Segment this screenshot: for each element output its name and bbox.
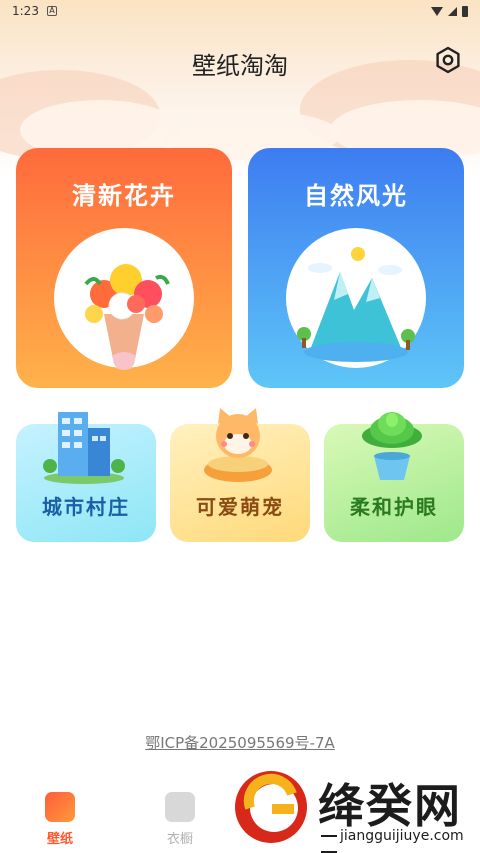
building-icon bbox=[43, 412, 125, 484]
watermark-url: jiangguijiuye.com bbox=[318, 828, 480, 853]
tab-wallpaper[interactable]: 壁纸 bbox=[30, 792, 90, 847]
category-card-pets[interactable]: 可爱萌宠 bbox=[170, 408, 310, 542]
signal-icon bbox=[448, 6, 457, 16]
category-label: 可爱萌宠 bbox=[196, 495, 284, 519]
status-bar: 1:23 A bbox=[0, 0, 480, 22]
category-card-city[interactable]: 城市村庄 bbox=[16, 412, 156, 542]
category-label: 柔和护眼 bbox=[350, 495, 438, 519]
category-label: 城市村庄 bbox=[42, 495, 130, 519]
status-time: 1:23 bbox=[12, 4, 39, 18]
wardrobe-icon bbox=[165, 792, 195, 822]
watermark-brand: 绛癸网 bbox=[318, 779, 462, 833]
cat-icon bbox=[204, 408, 272, 482]
category-card-flowers[interactable]: 清新花卉 bbox=[16, 148, 232, 388]
category-card-eyecare[interactable]: 柔和护眼 bbox=[324, 412, 464, 542]
notification-icon: A bbox=[46, 6, 57, 16]
bouquet-icon bbox=[84, 264, 170, 370]
wifi-icon bbox=[431, 6, 443, 16]
watermark-logo-icon bbox=[235, 771, 307, 843]
icp-license-link[interactable]: 鄂ICP备2025095569号-7A bbox=[0, 732, 480, 753]
wallpaper-icon bbox=[45, 792, 75, 822]
category-label: 自然风光 bbox=[304, 182, 408, 210]
category-label: 清新花卉 bbox=[72, 182, 176, 210]
tab-wardrobe[interactable]: 衣橱 bbox=[150, 792, 210, 847]
tab-label: 衣橱 bbox=[166, 832, 193, 847]
settings-icon[interactable] bbox=[434, 46, 462, 74]
succulent-icon bbox=[362, 412, 422, 480]
battery-icon bbox=[462, 5, 468, 17]
mountain-icon bbox=[297, 247, 415, 362]
tab-label: 壁纸 bbox=[46, 832, 73, 847]
page-title: 壁纸淘淘 bbox=[192, 52, 288, 80]
category-card-nature[interactable]: 自然风光 bbox=[248, 148, 464, 388]
